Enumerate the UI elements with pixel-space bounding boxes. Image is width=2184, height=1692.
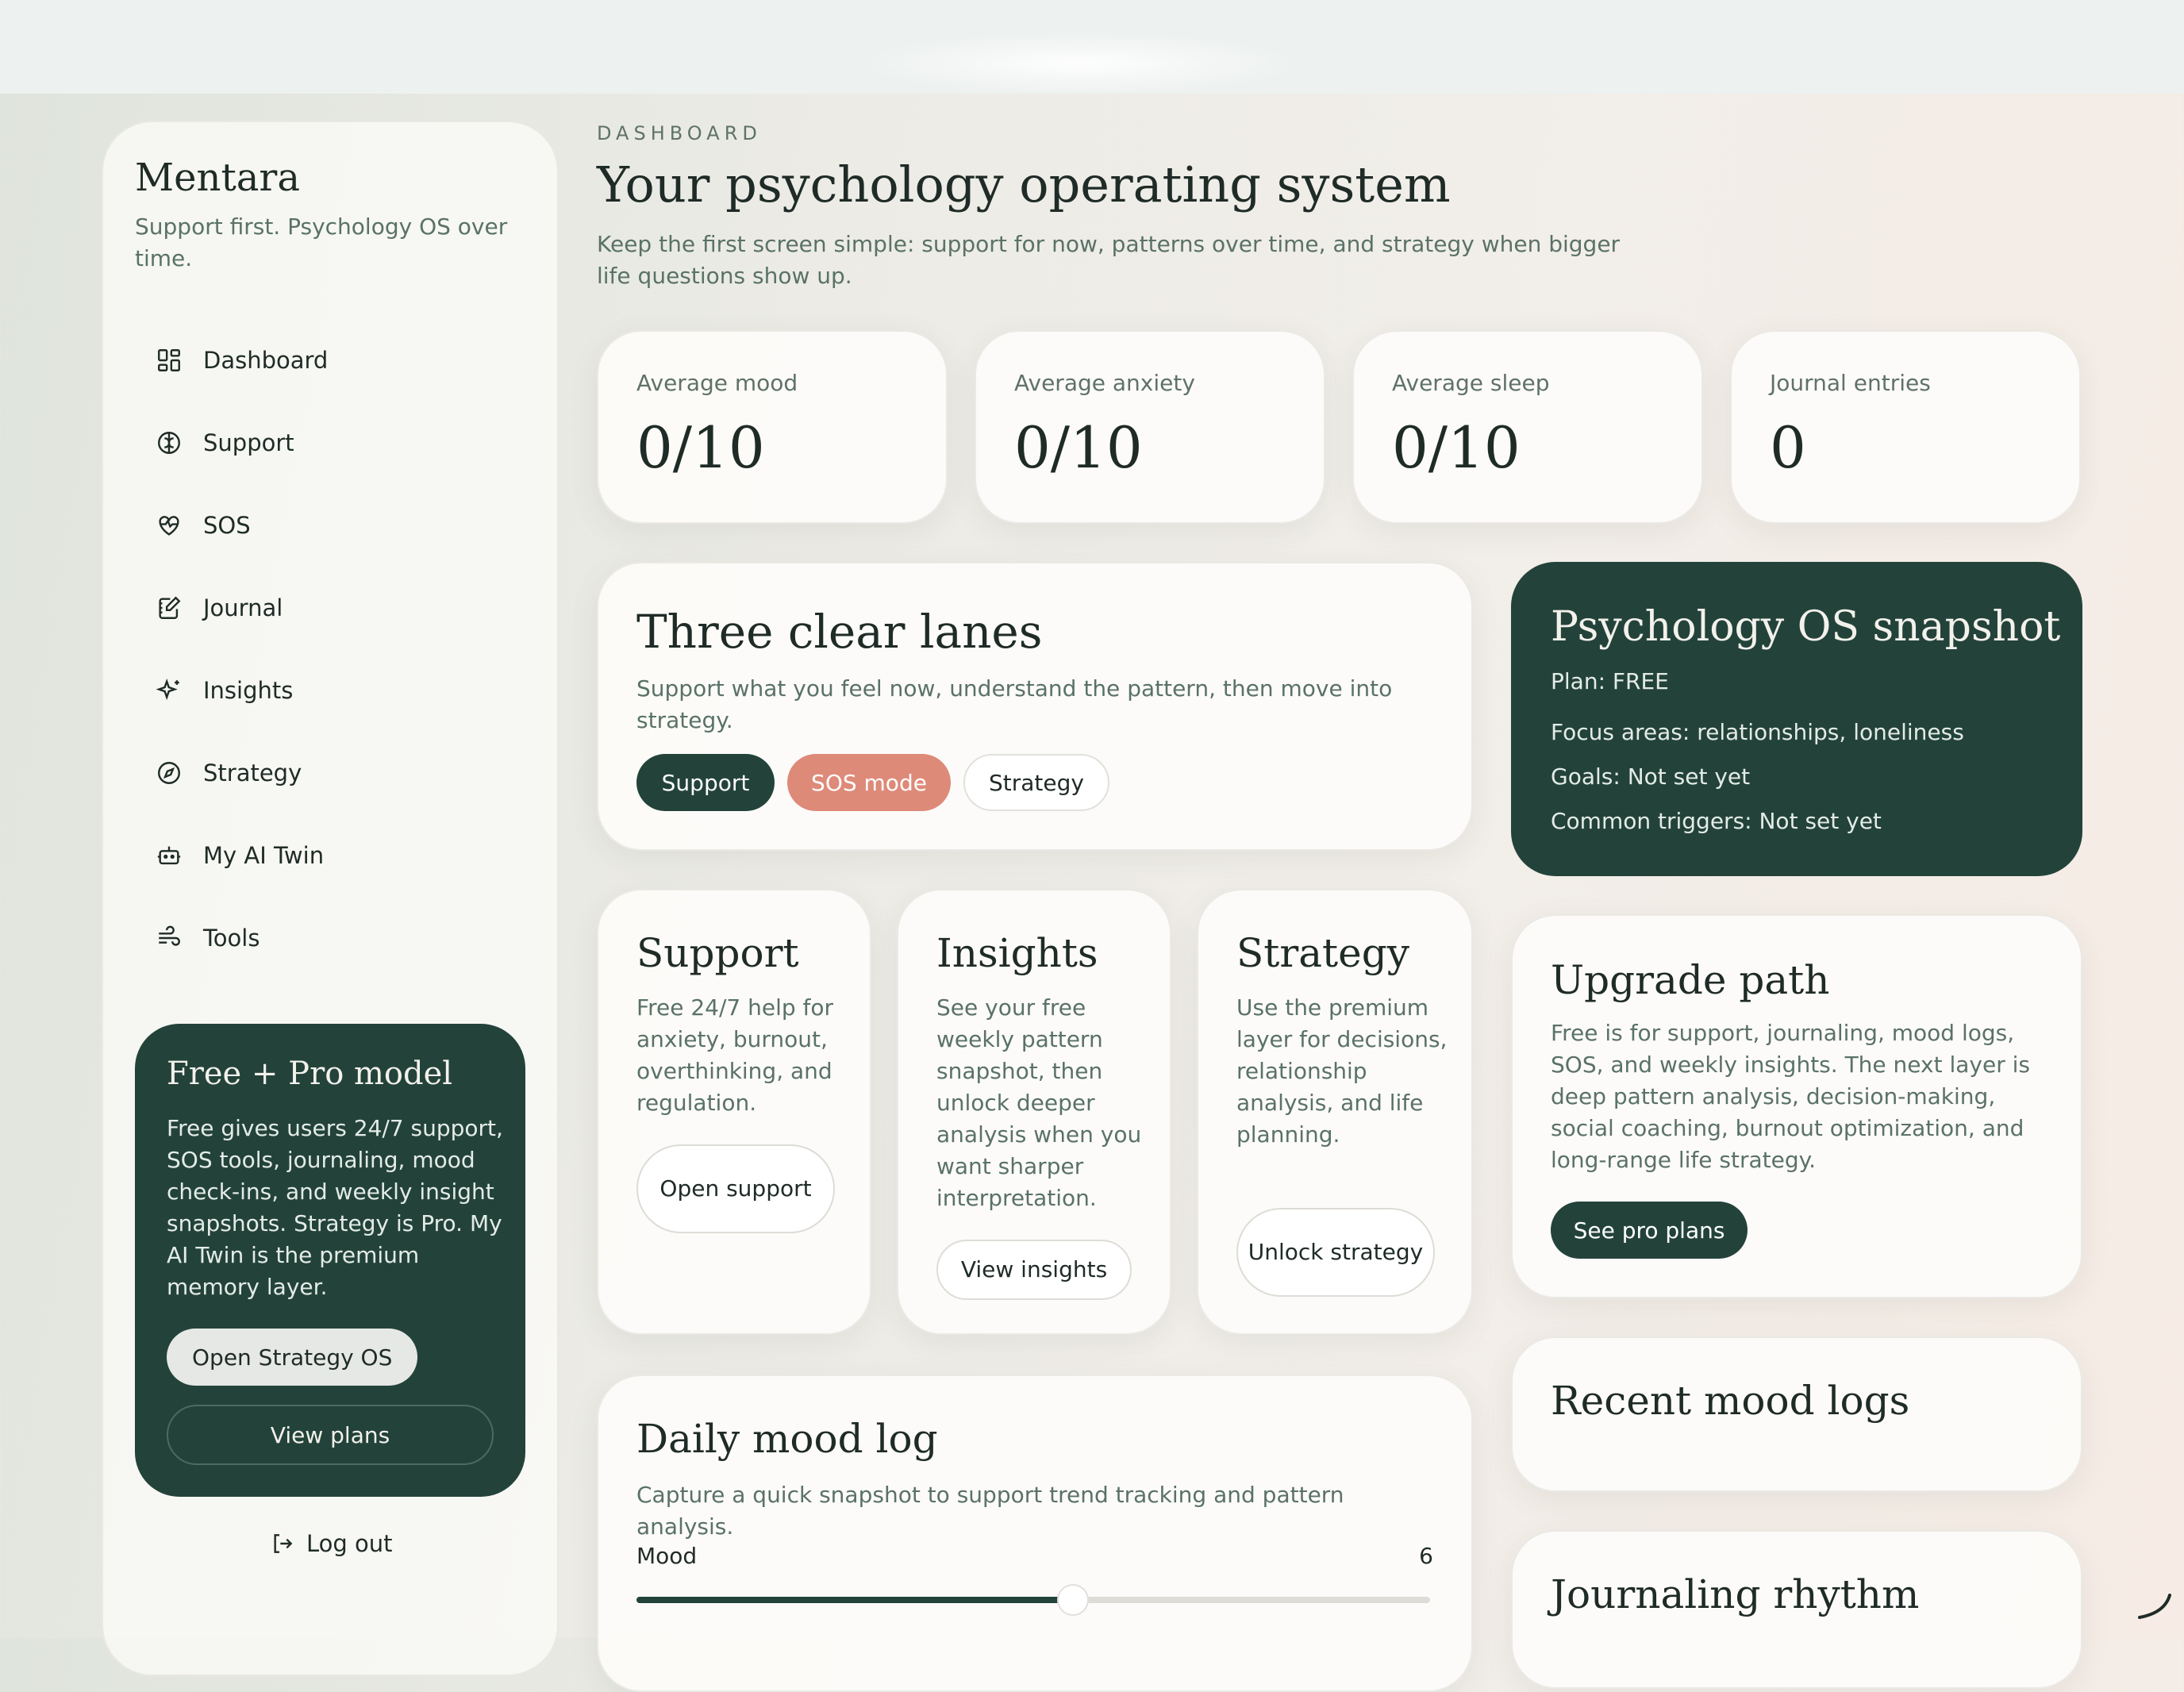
- sidebar-item-dashboard[interactable]: Dashboard: [156, 338, 328, 383]
- sidebar-item-tools[interactable]: Tools: [156, 916, 260, 960]
- stat-value: 0: [1770, 414, 1806, 481]
- heart-pulse-icon: [159, 516, 179, 536]
- dashboard-icon: [158, 349, 180, 371]
- lanes-text: Support what you feel now, understand th…: [636, 675, 1393, 733]
- journal-icon: [159, 596, 181, 619]
- snapshot-goals: Goals: Not set yet: [1551, 763, 1751, 790]
- feature-title: Strategy: [1236, 930, 1409, 976]
- lanes-title: Three clear lanes: [636, 605, 1043, 659]
- sidebar-item-label: Journal: [203, 594, 283, 621]
- feature-text: Free 24/7 help for anxiety, burnout, ove…: [636, 994, 834, 1116]
- strategy-pill[interactable]: Strategy: [963, 754, 1109, 811]
- snapshot-title: Psychology OS snapshot: [1551, 603, 2061, 651]
- stat-card-journal-entries: Journal entries 0: [1730, 330, 2081, 524]
- journaling-rhythm-title: Journaling rhythm: [1551, 1571, 1920, 1617]
- sidebar-item-label: My AI Twin: [203, 842, 325, 869]
- upgrade-text: Free is for support, journaling, mood lo…: [1551, 1020, 2030, 1173]
- wind-icon: [159, 925, 180, 946]
- sidebar-item-sos[interactable]: SOS: [156, 503, 251, 548]
- psychology-os-snapshot-card: Psychology OS snapshot Plan: FREE Focus …: [1511, 562, 2082, 876]
- logout-icon: [274, 1534, 293, 1553]
- feature-text: See your free weekly pattern snapshot, t…: [936, 994, 1142, 1211]
- sidebar-item-label: Insights: [203, 677, 294, 704]
- stat-card-average-sleep: Average sleep 0/10: [1352, 330, 1703, 524]
- page-title: Your psychology operating system: [597, 156, 1451, 213]
- unlock-strategy-button[interactable]: Unlock strategy: [1236, 1208, 1435, 1297]
- snapshot-triggers: Common triggers: Not set yet: [1551, 808, 1882, 834]
- sos-mode-pill[interactable]: SOS mode: [787, 754, 951, 811]
- view-insights-button[interactable]: View insights: [936, 1240, 1132, 1300]
- brand-tagline: Support first. Psychology OS over time.: [135, 213, 508, 271]
- support-feature-card: Support Free 24/7 help for anxiety, burn…: [597, 889, 871, 1335]
- journaling-rhythm-card: Journaling rhythm: [1511, 1530, 2082, 1689]
- stat-label: Journal entries: [1770, 370, 1931, 396]
- support-pill[interactable]: Support: [636, 754, 775, 811]
- loading-spinner-icon: [2138, 1594, 2171, 1619]
- stat-value: 0/10: [636, 414, 765, 481]
- stat-card-average-anxiety: Average anxiety 0/10: [975, 330, 1325, 524]
- page-eyebrow: DASHBOARD: [597, 122, 762, 144]
- mood-value: 6: [1419, 1543, 1433, 1569]
- mood-log-title: Daily mood log: [636, 1416, 938, 1462]
- browser-top-bar: [0, 0, 2184, 95]
- feature-title: Support: [636, 930, 799, 976]
- top-bar-glow: [857, 32, 1302, 95]
- sidebar-item-label: Support: [203, 429, 294, 456]
- sidebar-item-label: SOS: [203, 512, 251, 539]
- sidebar-item-journal[interactable]: Journal: [156, 586, 283, 630]
- brand-name[interactable]: Mentara: [135, 156, 300, 200]
- logout-label: Log out: [306, 1530, 393, 1557]
- mood-slider-thumb[interactable]: [1057, 1584, 1089, 1616]
- compass-icon: [158, 762, 180, 784]
- sparkles-icon: [156, 678, 179, 701]
- view-plans-button[interactable]: View plans: [167, 1405, 494, 1465]
- sidebar-item-insights[interactable]: Insights: [156, 668, 293, 713]
- promo-text: Free gives users 24/7 support, SOS tools…: [167, 1115, 503, 1300]
- see-pro-plans-button[interactable]: See pro plans: [1551, 1202, 1748, 1259]
- sidebar-item-label: Strategy: [203, 759, 302, 786]
- open-strategy-os-button[interactable]: Open Strategy OS: [167, 1329, 418, 1386]
- three-lanes-card: Three clear lanes Support what you feel …: [597, 562, 1473, 851]
- page-subtitle: Keep the first screen simple: support fo…: [597, 231, 1621, 289]
- bot-icon: [157, 846, 181, 865]
- recent-mood-logs-title: Recent mood logs: [1551, 1378, 1910, 1424]
- recent-mood-logs-card: Recent mood logs: [1511, 1336, 2082, 1492]
- stat-value: 0/10: [1392, 414, 1521, 481]
- sidebar-item-label: Tools: [203, 925, 260, 952]
- sidebar-item-support[interactable]: Support: [156, 421, 294, 465]
- sidebar-item-label: Dashboard: [203, 347, 329, 374]
- stat-value: 0/10: [1014, 414, 1143, 481]
- feature-text: Use the premium layer for decisions, rel…: [1236, 994, 1448, 1148]
- promo-title: Free + Pro model: [167, 1056, 453, 1092]
- strategy-feature-card: Strategy Use the premium layer for decis…: [1197, 889, 1473, 1335]
- mood-log-text: Capture a quick snapshot to support tren…: [636, 1482, 1344, 1540]
- upgrade-title: Upgrade path: [1551, 957, 1830, 1003]
- snapshot-plan: Plan: FREE: [1551, 668, 1669, 694]
- brain-icon: [158, 432, 180, 454]
- mood-slider[interactable]: [636, 1584, 1430, 1616]
- mood-label: Mood: [636, 1543, 698, 1569]
- upgrade-path-card: Upgrade path Free is for support, journa…: [1511, 914, 2082, 1298]
- stat-label: Average anxiety: [1014, 370, 1195, 396]
- feature-title: Insights: [936, 930, 1098, 976]
- mood-slider-fill: [636, 1597, 1073, 1603]
- stat-label: Average sleep: [1392, 370, 1550, 396]
- logout-button[interactable]: Log out: [270, 1530, 393, 1557]
- sidebar-item-my-ai-twin[interactable]: My AI Twin: [156, 833, 324, 878]
- sidebar-item-strategy[interactable]: Strategy: [156, 751, 302, 795]
- free-pro-model-card: Free + Pro model Free gives users 24/7 s…: [135, 1024, 525, 1497]
- insights-feature-card: Insights See your free weekly pattern sn…: [897, 889, 1171, 1335]
- stat-label: Average mood: [636, 370, 798, 396]
- snapshot-focus-areas: Focus areas: relationships, loneliness: [1551, 719, 1964, 745]
- stat-card-average-mood: Average mood 0/10: [597, 330, 948, 524]
- open-support-button[interactable]: Open support: [636, 1144, 835, 1233]
- daily-mood-log-card: Daily mood log Capture a quick snapshot …: [597, 1375, 1473, 1692]
